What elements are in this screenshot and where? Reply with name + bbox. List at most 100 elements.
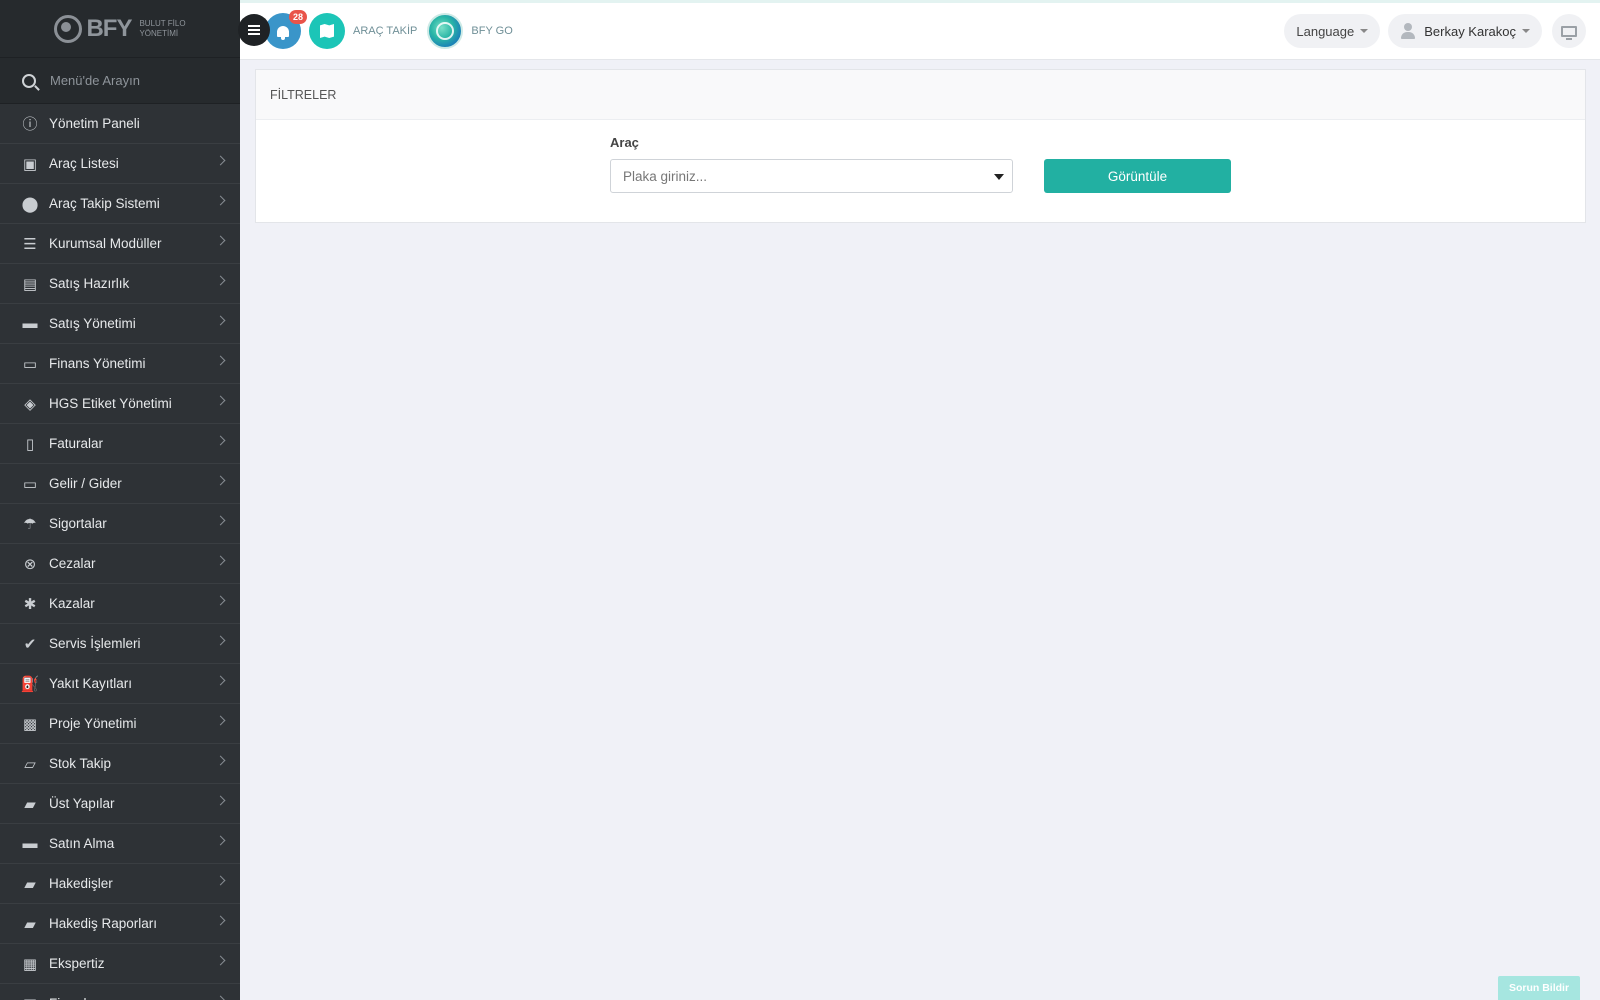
sidebar-item[interactable]: ▱ Stok Takip — [0, 744, 240, 784]
sidebar-item-label: Sigortalar — [49, 516, 107, 531]
notifications-button[interactable]: 28 — [265, 10, 307, 49]
sidebar-item-label: Araç Takip Sistemi — [49, 196, 160, 211]
user-menu[interactable]: Berkay Karakoç — [1388, 14, 1542, 48]
map-icon — [320, 24, 334, 38]
sidebar-toggle-button[interactable] — [238, 14, 270, 46]
truck-icon: ▰ — [24, 875, 36, 893]
sidebar-item[interactable]: ⬤ Araç Takip Sistemi — [0, 184, 240, 224]
sidebar-item[interactable]: ▰ Hakediş Raporları — [0, 904, 240, 944]
sidebar-item[interactable]: ▰ Üst Yapılar — [0, 784, 240, 824]
chevron-right-icon — [215, 875, 226, 886]
brand-subtitle-line2: YÖNETİMİ — [139, 28, 179, 38]
sidebar-item[interactable]: ▤ Satış Hazırlık — [0, 264, 240, 304]
list-alt-icon: ▦ — [22, 955, 38, 973]
sidebar-search-input[interactable]: Menü'de Arayın — [50, 73, 140, 88]
sidebar-item-label: Satın Alma — [49, 836, 115, 851]
topbar-right: Language Berkay Karakoç — [1284, 14, 1586, 48]
sidebar-item-label: Satış Yönetimi — [49, 316, 136, 331]
fullscreen-button[interactable] — [1552, 14, 1586, 48]
sidebar-item-label: Araç Listesi — [49, 156, 119, 171]
chevron-right-icon — [215, 555, 226, 566]
sidebar-item[interactable]: ▭ Gelir / Gider — [0, 464, 240, 504]
chevron-right-icon — [215, 355, 226, 366]
brand-name: BFY — [86, 14, 132, 42]
chevron-right-icon — [215, 955, 226, 966]
topbar: 28 ARAÇ TAKİP BFY GO Language Berkay Kar… — [240, 0, 1600, 60]
language-dropdown[interactable]: Language — [1284, 14, 1381, 48]
sidebar-search[interactable]: Menü'de Arayın — [0, 58, 240, 104]
sidebar-item[interactable]: ▬ Satış Yönetimi — [0, 304, 240, 344]
sidebar-item[interactable]: ◈ HGS Etiket Yönetimi — [0, 384, 240, 424]
sidebar-item-label: Faturalar — [49, 436, 104, 451]
sidebar-item[interactable]: ✱ Kazalar — [0, 584, 240, 624]
sidebar-item[interactable]: ▰ Hakedişler — [0, 864, 240, 904]
sidebar-item-label: Stok Takip — [49, 756, 112, 771]
notification-badge: 28 — [288, 10, 307, 24]
sidebar-item[interactable]: ▦ Ekspertiz — [0, 944, 240, 984]
chevron-right-icon — [215, 395, 226, 406]
sidebar-item-label: Finans Yönetimi — [49, 356, 146, 371]
brand: BFY BULUT FİLO YÖNETİMİ — [0, 0, 240, 58]
chevron-right-icon — [215, 715, 226, 726]
sidebar-item-label: Firmalar — [49, 996, 99, 1000]
truck-icon: ▰ — [24, 915, 36, 933]
bus-icon: ▣ — [22, 155, 38, 173]
arac-takip-link[interactable]: ARAÇ TAKİP — [353, 25, 417, 37]
sidebar-item-label: Kazalar — [49, 596, 95, 611]
chevron-right-icon — [215, 475, 226, 486]
bfy-logo-icon — [54, 14, 83, 43]
sidebar-item[interactable]: ▦ Firmalar — [0, 984, 240, 1000]
sidebar-item[interactable]: ✔ Servis İşlemleri — [0, 624, 240, 664]
sidebar-item-label: Servis İşlemleri — [49, 636, 141, 651]
sidebar-item-label: Üst Yapılar — [49, 796, 115, 811]
brand-logo[interactable]: BFY BULUT FİLO YÖNETİMİ — [54, 14, 186, 43]
chevron-right-icon — [215, 235, 226, 246]
report-issue-button[interactable]: Sorun Bildir — [1498, 976, 1580, 1000]
sidebar-item[interactable]: ▯ Faturalar — [0, 424, 240, 464]
vehicle-select[interactable]: Plaka giriniz... — [610, 159, 1013, 193]
sidebar-item-label: HGS Etiket Yönetimi — [49, 396, 172, 411]
sidebar-item[interactable]: ⓘ Yönetim Paneli — [0, 104, 240, 144]
sidebar-item[interactable]: ☰ Kurumsal Modüller — [0, 224, 240, 264]
chevron-right-icon — [215, 515, 226, 526]
topbar-left: 28 ARAÇ TAKİP BFY GO — [265, 10, 513, 49]
sidebar-item[interactable]: ▩ Proje Yönetimi — [0, 704, 240, 744]
chevron-right-icon — [215, 275, 226, 286]
chevron-right-icon — [215, 635, 226, 646]
sidebar-item-label: Hakedişler — [49, 876, 113, 891]
gas-pump-icon: ⛽ — [20, 675, 40, 693]
view-button[interactable]: Görüntüle — [1044, 159, 1231, 193]
bfy-go-button[interactable] — [427, 13, 464, 49]
sidebar-item-label: Cezalar — [49, 556, 96, 571]
vehicle-label: Araç — [610, 135, 639, 150]
chevron-right-icon — [215, 915, 226, 926]
car-crash-icon: ✱ — [23, 595, 37, 613]
brand-subtitle: BULUT FİLO YÖNETİMİ — [139, 19, 185, 39]
credit-card-icon: ▬ — [22, 315, 38, 332]
inbox-icon: ▱ — [24, 755, 36, 773]
sidebar-item-label: Ekspertiz — [49, 956, 105, 971]
map-pin-icon: ⬤ — [21, 195, 39, 213]
arac-takip-button[interactable] — [309, 13, 345, 49]
bfy-go-link[interactable]: BFY GO — [471, 25, 512, 37]
sidebar-item-label: Yönetim Paneli — [49, 116, 140, 131]
chevron-right-icon — [215, 995, 226, 1000]
umbrella-icon: ☂ — [23, 515, 37, 533]
sidebar-item-label: Kurumsal Modüller — [49, 236, 162, 251]
sidebar-item[interactable]: ☂ Sigortalar — [0, 504, 240, 544]
sidebar-item[interactable]: ▬ Satın Alma — [0, 824, 240, 864]
sidebar-item[interactable]: ⊗ Cezalar — [0, 544, 240, 584]
search-icon — [22, 73, 36, 88]
sidebar-item[interactable]: ▣ Araç Listesi — [0, 144, 240, 184]
chevron-right-icon — [215, 795, 226, 806]
sidebar-item[interactable]: ▭ Finans Yönetimi — [0, 344, 240, 384]
chevron-right-icon — [215, 155, 226, 166]
truck-icon: ▰ — [24, 795, 36, 813]
vehicle-select-placeholder: Plaka giriniz... — [623, 168, 708, 184]
times-circle-icon: ⊗ — [23, 555, 37, 573]
chevron-right-icon — [215, 435, 226, 446]
monitor-icon — [1561, 25, 1577, 40]
money-icon: ▭ — [22, 475, 38, 493]
chevron-right-icon — [215, 595, 226, 606]
sidebar-item[interactable]: ⛽ Yakıt Kayıtları — [0, 664, 240, 704]
